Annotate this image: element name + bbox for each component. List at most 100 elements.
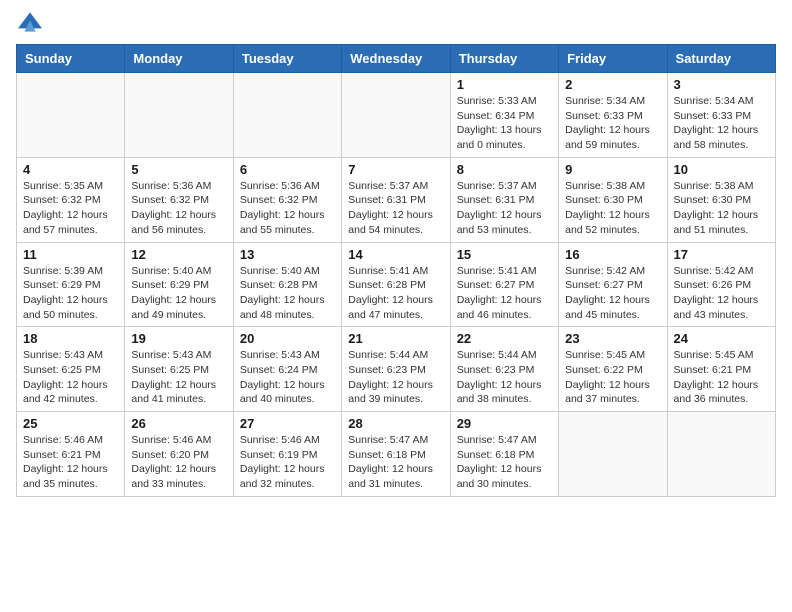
day-number: 14	[348, 247, 443, 262]
day-number: 23	[565, 331, 660, 346]
day-number: 22	[457, 331, 552, 346]
calendar-cell: 28 Sunrise: 5:47 AMSunset: 6:18 PMDayligh…	[342, 412, 450, 497]
calendar-cell: 11 Sunrise: 5:39 AMSunset: 6:29 PMDayligh…	[17, 242, 125, 327]
calendar-week-row: 4 Sunrise: 5:35 AMSunset: 6:32 PMDaylight…	[17, 157, 776, 242]
day-number: 18	[23, 331, 118, 346]
day-detail: Sunrise: 5:38 AMSunset: 6:30 PMDaylight:…	[565, 179, 660, 238]
calendar-cell: 4 Sunrise: 5:35 AMSunset: 6:32 PMDaylight…	[17, 157, 125, 242]
calendar-cell: 25 Sunrise: 5:46 AMSunset: 6:21 PMDayligh…	[17, 412, 125, 497]
day-detail: Sunrise: 5:43 AMSunset: 6:24 PMDaylight:…	[240, 348, 335, 407]
day-detail: Sunrise: 5:40 AMSunset: 6:29 PMDaylight:…	[131, 264, 226, 323]
calendar-cell: 20Sunrise: 5:43 AMSunset: 6:24 PMDayligh…	[233, 327, 341, 412]
day-number: 19	[131, 331, 226, 346]
day-detail: Sunrise: 5:34 AMSunset: 6:33 PMDaylight:…	[565, 94, 660, 153]
calendar-cell	[342, 73, 450, 158]
day-detail: Sunrise: 5:40 AMSunset: 6:28 PMDaylight:…	[240, 264, 335, 323]
day-detail: Sunrise: 5:37 AMSunset: 6:31 PMDaylight:…	[348, 179, 443, 238]
calendar-week-row: 11 Sunrise: 5:39 AMSunset: 6:29 PMDayligh…	[17, 242, 776, 327]
calendar-cell: 19 Sunrise: 5:43 AMSunset: 6:25 PMDayligh…	[125, 327, 233, 412]
day-detail: Sunrise: 5:43 AMSunset: 6:25 PMDaylight:…	[131, 348, 226, 407]
day-number: 4	[23, 162, 118, 177]
day-detail: Sunrise: 5:44 AMSunset: 6:23 PMDaylight:…	[348, 348, 443, 407]
day-detail: Sunrise: 5:46 AMSunset: 6:20 PMDaylight:…	[131, 433, 226, 492]
day-number: 12	[131, 247, 226, 262]
day-number: 7	[348, 162, 443, 177]
day-detail: Sunrise: 5:37 AMSunset: 6:31 PMDaylight:…	[457, 179, 552, 238]
day-number: 29	[457, 416, 552, 431]
day-number: 3	[674, 77, 769, 92]
day-number: 25	[23, 416, 118, 431]
calendar-col-header-monday: Monday	[125, 45, 233, 73]
calendar-cell: 1 Sunrise: 5:33 AMSunset: 6:34 PMDaylight…	[450, 73, 558, 158]
calendar-week-row: 25 Sunrise: 5:46 AMSunset: 6:21 PMDayligh…	[17, 412, 776, 497]
calendar-cell: 7 Sunrise: 5:37 AMSunset: 6:31 PMDaylight…	[342, 157, 450, 242]
day-number: 2	[565, 77, 660, 92]
calendar-cell: 16 Sunrise: 5:42 AMSunset: 6:27 PMDayligh…	[559, 242, 667, 327]
calendar-cell	[667, 412, 775, 497]
day-number: 11	[23, 247, 118, 262]
day-detail: Sunrise: 5:41 AMSunset: 6:28 PMDaylight:…	[348, 264, 443, 323]
day-number: 16	[565, 247, 660, 262]
calendar-col-header-tuesday: Tuesday	[233, 45, 341, 73]
calendar-col-header-wednesday: Wednesday	[342, 45, 450, 73]
day-number: 8	[457, 162, 552, 177]
day-detail: Sunrise: 5:45 AMSunset: 6:22 PMDaylight:…	[565, 348, 660, 407]
day-number: 21	[348, 331, 443, 346]
calendar-cell: 17Sunrise: 5:42 AMSunset: 6:26 PMDayligh…	[667, 242, 775, 327]
calendar-cell: 2 Sunrise: 5:34 AMSunset: 6:33 PMDaylight…	[559, 73, 667, 158]
day-detail: Sunrise: 5:45 AMSunset: 6:21 PMDaylight:…	[674, 348, 769, 407]
calendar-cell: 27 Sunrise: 5:46 AMSunset: 6:19 PMDayligh…	[233, 412, 341, 497]
calendar-cell: 3 Sunrise: 5:34 AMSunset: 6:33 PMDaylight…	[667, 73, 775, 158]
calendar-cell: 13 Sunrise: 5:40 AMSunset: 6:28 PMDayligh…	[233, 242, 341, 327]
day-detail: Sunrise: 5:33 AMSunset: 6:34 PMDaylight:…	[457, 94, 552, 153]
day-number: 6	[240, 162, 335, 177]
calendar-cell: 26 Sunrise: 5:46 AMSunset: 6:20 PMDayligh…	[125, 412, 233, 497]
day-detail: Sunrise: 5:39 AMSunset: 6:29 PMDaylight:…	[23, 264, 118, 323]
calendar-cell: 10 Sunrise: 5:38 AMSunset: 6:30 PMDayligh…	[667, 157, 775, 242]
calendar-col-header-sunday: Sunday	[17, 45, 125, 73]
calendar-cell: 15 Sunrise: 5:41 AMSunset: 6:27 PMDayligh…	[450, 242, 558, 327]
calendar-cell: 5Sunrise: 5:36 AMSunset: 6:32 PMDaylight…	[125, 157, 233, 242]
calendar-cell: 9 Sunrise: 5:38 AMSunset: 6:30 PMDaylight…	[559, 157, 667, 242]
calendar-cell: 21 Sunrise: 5:44 AMSunset: 6:23 PMDayligh…	[342, 327, 450, 412]
day-detail: Sunrise: 5:43 AMSunset: 6:25 PMDaylight:…	[23, 348, 118, 407]
day-detail: Sunrise: 5:47 AMSunset: 6:18 PMDaylight:…	[348, 433, 443, 492]
calendar-cell	[233, 73, 341, 158]
day-number: 9	[565, 162, 660, 177]
logo-icon	[18, 12, 42, 32]
day-number: 15	[457, 247, 552, 262]
calendar-cell: 24 Sunrise: 5:45 AMSunset: 6:21 PMDayligh…	[667, 327, 775, 412]
day-number: 27	[240, 416, 335, 431]
calendar-cell: 14 Sunrise: 5:41 AMSunset: 6:28 PMDayligh…	[342, 242, 450, 327]
calendar-cell: 12 Sunrise: 5:40 AMSunset: 6:29 PMDayligh…	[125, 242, 233, 327]
day-number: 28	[348, 416, 443, 431]
day-number: 13	[240, 247, 335, 262]
calendar-cell: 22Sunrise: 5:44 AMSunset: 6:23 PMDayligh…	[450, 327, 558, 412]
day-detail: Sunrise: 5:46 AMSunset: 6:21 PMDaylight:…	[23, 433, 118, 492]
day-detail: Sunrise: 5:41 AMSunset: 6:27 PMDaylight:…	[457, 264, 552, 323]
calendar-col-header-friday: Friday	[559, 45, 667, 73]
day-number: 24	[674, 331, 769, 346]
day-number: 26	[131, 416, 226, 431]
calendar-cell: 6 Sunrise: 5:36 AMSunset: 6:32 PMDaylight…	[233, 157, 341, 242]
calendar-cell: 8 Sunrise: 5:37 AMSunset: 6:31 PMDaylight…	[450, 157, 558, 242]
calendar-header-row: SundayMondayTuesdayWednesdayThursdayFrid…	[17, 45, 776, 73]
calendar-col-header-thursday: Thursday	[450, 45, 558, 73]
calendar-week-row: 18 Sunrise: 5:43 AMSunset: 6:25 PMDayligh…	[17, 327, 776, 412]
calendar-cell: 18 Sunrise: 5:43 AMSunset: 6:25 PMDayligh…	[17, 327, 125, 412]
calendar-cell	[559, 412, 667, 497]
calendar-cell: 29Sunrise: 5:47 AMSunset: 6:18 PMDayligh…	[450, 412, 558, 497]
calendar-col-header-saturday: Saturday	[667, 45, 775, 73]
calendar-cell	[125, 73, 233, 158]
calendar-cell: 23 Sunrise: 5:45 AMSunset: 6:22 PMDayligh…	[559, 327, 667, 412]
day-detail: Sunrise: 5:42 AMSunset: 6:27 PMDaylight:…	[565, 264, 660, 323]
calendar-table: SundayMondayTuesdayWednesdayThursdayFrid…	[16, 44, 776, 497]
day-detail: Sunrise: 5:38 AMSunset: 6:30 PMDaylight:…	[674, 179, 769, 238]
day-number: 10	[674, 162, 769, 177]
day-detail: Sunrise: 5:36 AMSunset: 6:32 PMDaylight:…	[240, 179, 335, 238]
day-detail: Sunrise: 5:35 AMSunset: 6:32 PMDaylight:…	[23, 179, 118, 238]
day-number: 1	[457, 77, 552, 92]
calendar-week-row: 1 Sunrise: 5:33 AMSunset: 6:34 PMDaylight…	[17, 73, 776, 158]
day-detail: Sunrise: 5:34 AMSunset: 6:33 PMDaylight:…	[674, 94, 769, 153]
day-detail: Sunrise: 5:46 AMSunset: 6:19 PMDaylight:…	[240, 433, 335, 492]
